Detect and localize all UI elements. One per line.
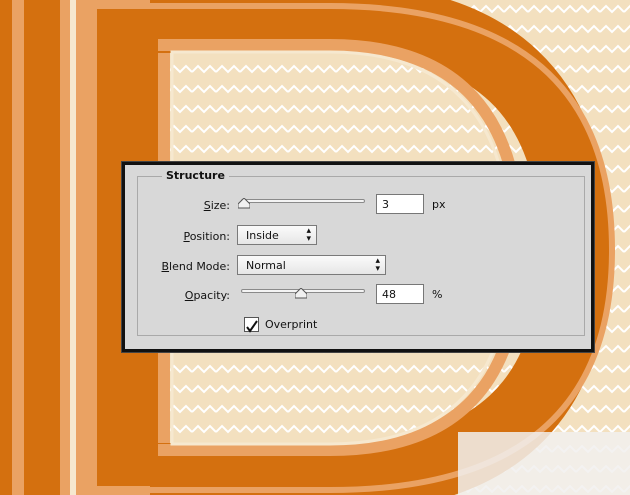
opacity-input[interactable]: 48 <box>376 284 424 304</box>
select-arrows-icon: ▴ ▾ <box>375 256 380 274</box>
size-slider-thumb[interactable] <box>238 198 250 209</box>
checkmark-icon <box>246 320 258 333</box>
size-input[interactable]: 3 <box>376 194 424 214</box>
overprint-checkbox[interactable] <box>244 317 259 333</box>
size-slider[interactable] <box>241 199 365 203</box>
size-unit: px <box>432 198 446 211</box>
blend-mode-value: Normal <box>246 259 286 272</box>
structure-group-title: Structure <box>162 169 229 182</box>
position-value: Inside <box>246 229 279 242</box>
select-arrows-icon: ▴ ▾ <box>306 226 311 244</box>
stroke-structure-dialog: Structure Size: 3 px Position: Inside ▴ ▾… <box>122 162 594 352</box>
blend-mode-label: Blend Mode: <box>161 260 231 273</box>
size-label: Size: <box>203 199 230 212</box>
opacity-slider-thumb[interactable] <box>295 288 307 299</box>
opacity-unit: % <box>432 288 443 301</box>
position-label: Position: <box>183 230 230 243</box>
opacity-label: Opacity: <box>184 289 230 302</box>
overprint-label: Overprint <box>265 318 318 331</box>
position-select[interactable]: Inside ▴ ▾ <box>237 225 317 245</box>
blend-mode-select[interactable]: Normal ▴ ▾ <box>237 255 386 275</box>
